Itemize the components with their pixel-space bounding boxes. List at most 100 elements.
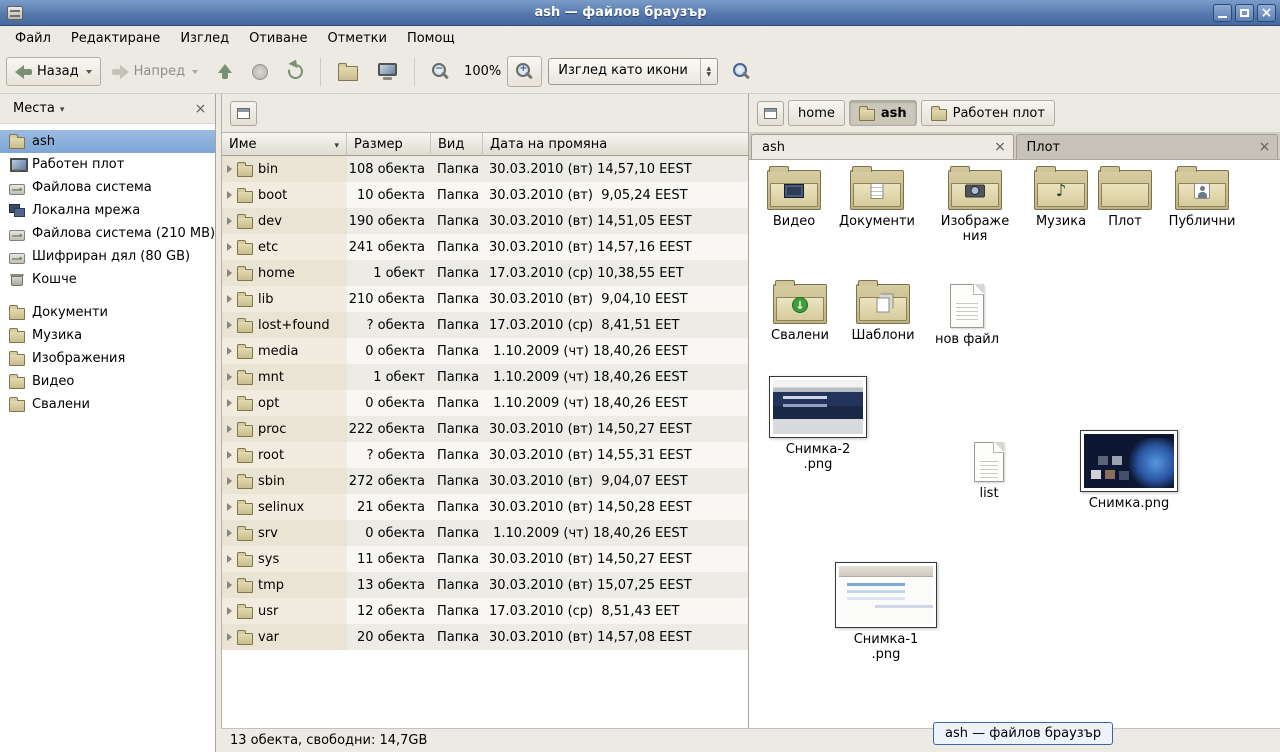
menu-item-3[interactable]: Отиване	[239, 28, 317, 49]
tree-row-bin[interactable]: bin108 обектаПапка30.03.2010 (вт) 14,57,…	[222, 156, 748, 182]
reload-button[interactable]	[279, 57, 312, 86]
sidebar-close-button[interactable]	[192, 100, 209, 117]
file-icon-templates[interactable]: Шаблони	[841, 284, 925, 344]
tree-row-lost+found[interactable]: lost+found? обектаПапка17.03.2010 (ср) 8…	[222, 312, 748, 338]
tab-close-button[interactable]	[992, 139, 1009, 156]
menu-item-4[interactable]: Отметки	[317, 28, 396, 49]
cell-type: Папка	[431, 598, 483, 624]
tree-row-root[interactable]: root? обектаПапка30.03.2010 (вт) 14,55,3…	[222, 442, 748, 468]
file-icon-public[interactable]: Публични	[1160, 170, 1244, 230]
tab-close-button[interactable]	[1256, 139, 1273, 156]
expander-icon[interactable]	[227, 295, 232, 303]
menu-item-2[interactable]: Изглед	[170, 28, 239, 49]
expander-icon[interactable]	[227, 347, 232, 355]
expander-icon[interactable]	[227, 373, 232, 381]
expander-icon[interactable]	[227, 425, 232, 433]
cell-type: Папка	[431, 234, 483, 260]
tree-row-media[interactable]: media0 обектаПапка 1.10.2009 (чт) 18,40,…	[222, 338, 748, 364]
file-icon-desktop-folder[interactable]: Плот	[1087, 170, 1163, 230]
minimize-button[interactable]	[1213, 4, 1232, 22]
zoom-out-button[interactable]	[423, 56, 458, 87]
expander-icon[interactable]	[227, 269, 232, 277]
file-icon-list[interactable]: list	[947, 442, 1031, 502]
file-icon-downloads[interactable]: Свалени	[758, 284, 842, 344]
tree-row-srv[interactable]: srv0 обектаПапка 1.10.2009 (чт) 18,40,26…	[222, 520, 748, 546]
tree-row-selinux[interactable]: selinux21 обектаПапка30.03.2010 (вт) 14,…	[222, 494, 748, 520]
expander-icon[interactable]	[227, 399, 232, 407]
sidebar-item-encrypted-80gb[interactable]: Шифриран дял (80 GB)	[0, 245, 215, 268]
tree-row-opt[interactable]: opt0 обектаПапка 1.10.2009 (чт) 18,40,26…	[222, 390, 748, 416]
sidebar-item-trash[interactable]: Кошче	[0, 268, 215, 291]
column-header-size[interactable]: Размер	[347, 133, 431, 156]
tree-row-boot[interactable]: boot10 обектаПапка30.03.2010 (вт) 9,05,2…	[222, 182, 748, 208]
expander-icon[interactable]	[227, 165, 232, 173]
up-button[interactable]	[209, 57, 241, 87]
tree-row-etc[interactable]: etc241 обектаПапка30.03.2010 (вт) 14,57,…	[222, 234, 748, 260]
file-icon-video[interactable]: Видео	[752, 170, 836, 230]
tab-ash[interactable]: ash	[751, 134, 1014, 159]
file-icon-snimka-2-png[interactable]: Снимка-2.png	[766, 376, 870, 473]
sidebar-item-documents[interactable]: Документи	[0, 301, 215, 324]
pane-location-button[interactable]	[757, 101, 784, 126]
expander-icon[interactable]	[227, 503, 232, 511]
stop-button[interactable]	[243, 57, 277, 87]
tree-row-tmp[interactable]: tmp13 обектаПапка30.03.2010 (вт) 15,07,2…	[222, 572, 748, 598]
expander-icon[interactable]	[227, 607, 232, 615]
sidebar-item-ash[interactable]: ash	[0, 130, 215, 153]
breadcrumb-home[interactable]: home	[788, 100, 845, 126]
file-icon-documents[interactable]: Документи	[835, 170, 919, 230]
column-header-name[interactable]: Име	[222, 133, 347, 156]
file-icon-pictures[interactable]: Изображения	[933, 170, 1017, 245]
forward-button[interactable]: Напред	[103, 57, 207, 86]
sidebar-item-downloads[interactable]: Свалени	[0, 393, 215, 416]
menu-item-5[interactable]: Помощ	[397, 28, 465, 49]
search-button[interactable]	[724, 56, 759, 87]
tree-row-usr[interactable]: usr12 обектаПапка17.03.2010 (ср) 8,51,43…	[222, 598, 748, 624]
expander-icon[interactable]	[227, 217, 232, 225]
sidebar-item-music[interactable]: Музика	[0, 324, 215, 347]
expander-icon[interactable]	[227, 243, 232, 251]
file-icon-snimka-png[interactable]: Снимка.png	[1077, 430, 1181, 512]
expander-icon[interactable]	[227, 529, 232, 537]
breadcrumb-desktop[interactable]: Работен плот	[921, 100, 1055, 126]
window-titlebar[interactable]: ash — файлов браузър	[0, 0, 1280, 26]
tree-row-lib[interactable]: lib210 обектаПапка30.03.2010 (вт) 9,04,1…	[222, 286, 748, 312]
close-button[interactable]	[1257, 4, 1276, 22]
file-icon-new-file[interactable]: нов файл	[925, 284, 1009, 348]
sidebar-mode-selector[interactable]: Места	[6, 98, 71, 119]
back-button[interactable]: Назад	[6, 57, 101, 86]
menu-item-1[interactable]: Редактиране	[61, 28, 170, 49]
expander-icon[interactable]	[227, 451, 232, 459]
sidebar-item-local-network[interactable]: Локална мрежа	[0, 199, 215, 222]
tree-row-sbin[interactable]: sbin272 обектаПапка30.03.2010 (вт) 9,04,…	[222, 468, 748, 494]
column-header-date[interactable]: Дата на промяна	[483, 133, 748, 156]
view-mode-combobox[interactable]: Изглед като икони	[548, 58, 718, 85]
tree-row-sys[interactable]: sys11 обектаПапка30.03.2010 (вт) 14,50,2…	[222, 546, 748, 572]
sidebar-item-desktop[interactable]: Работен плот	[0, 153, 215, 176]
file-icon-snimka-1-png[interactable]: Снимка-1.png	[834, 562, 938, 663]
tree-row-proc[interactable]: proc222 обектаПапка30.03.2010 (вт) 14,50…	[222, 416, 748, 442]
expander-icon[interactable]	[227, 321, 232, 329]
tree-row-home[interactable]: home1 обектПапка17.03.2010 (ср) 10,38,55…	[222, 260, 748, 286]
tree-row-mnt[interactable]: mnt1 обектПапка 1.10.2009 (чт) 18,40,26 …	[222, 364, 748, 390]
expander-icon[interactable]	[227, 477, 232, 485]
sidebar-item-filesystem[interactable]: Файлова система	[0, 176, 215, 199]
tree-row-dev[interactable]: dev190 обектаПапка30.03.2010 (вт) 14,51,…	[222, 208, 748, 234]
maximize-button[interactable]	[1235, 4, 1254, 22]
expander-icon[interactable]	[227, 581, 232, 589]
computer-button[interactable]	[369, 56, 406, 87]
sidebar-item-filesystem-210mb[interactable]: Файлова система (210 MB)	[0, 222, 215, 245]
sidebar-item-pictures[interactable]: Изображения	[0, 347, 215, 370]
pane-location-button[interactable]	[230, 101, 257, 126]
menu-item-0[interactable]: Файл	[5, 28, 61, 49]
zoom-in-button[interactable]	[507, 56, 542, 87]
tree-row-var[interactable]: var20 обектаПапка30.03.2010 (вт) 14,57,0…	[222, 624, 748, 650]
breadcrumb-ash[interactable]: ash	[849, 100, 917, 126]
home-button[interactable]	[329, 56, 367, 88]
expander-icon[interactable]	[227, 191, 232, 199]
tab-plot[interactable]: Плот	[1016, 134, 1279, 159]
expander-icon[interactable]	[227, 633, 232, 641]
sidebar-item-video[interactable]: Видео	[0, 370, 215, 393]
expander-icon[interactable]	[227, 555, 232, 563]
column-header-type[interactable]: Вид	[431, 133, 483, 156]
